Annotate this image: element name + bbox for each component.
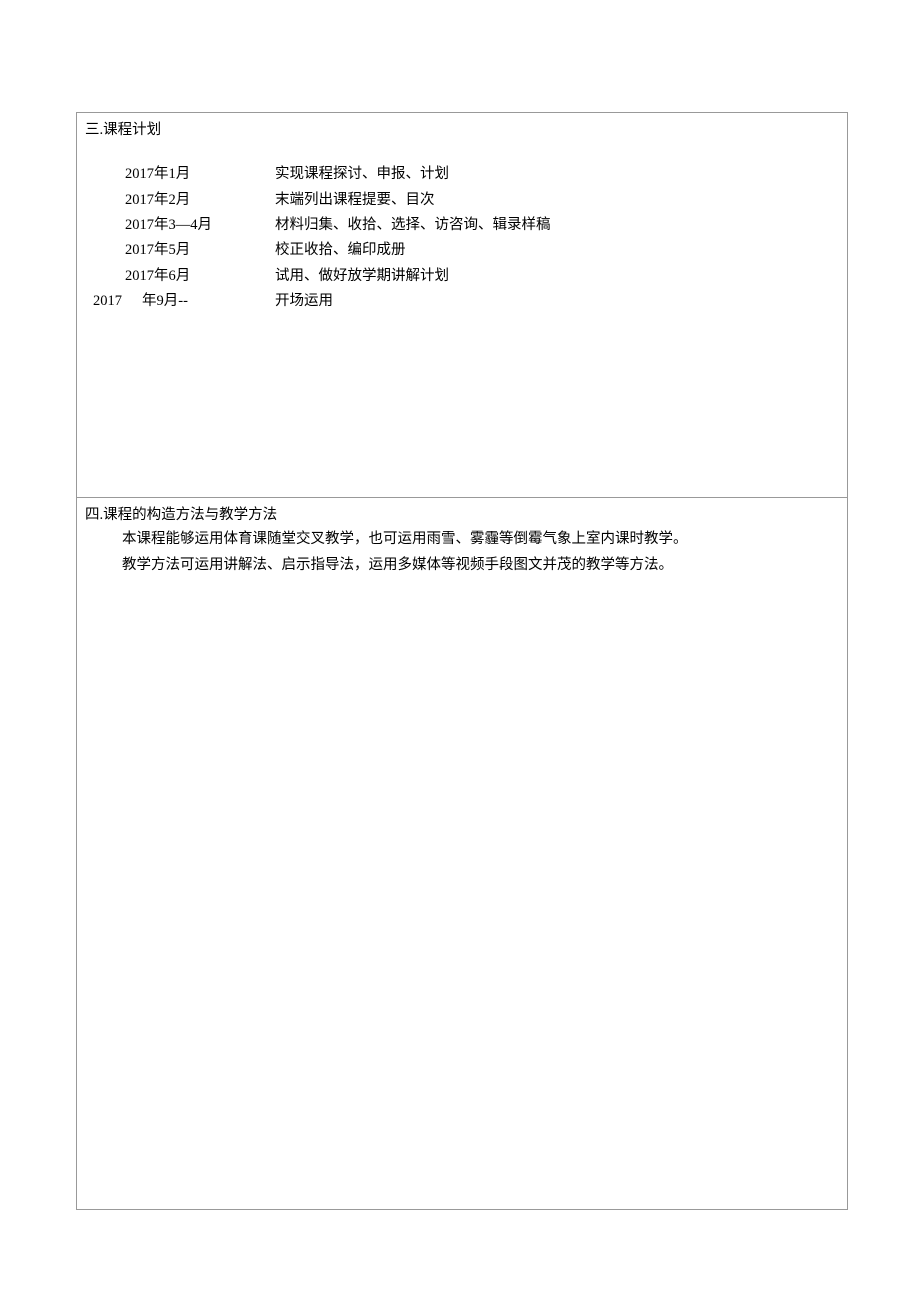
schedule-row: 2017年1月 实现课程探讨、申报、计划 — [125, 162, 839, 187]
schedule-date-last: 2017 年9月-- — [93, 289, 275, 314]
section-3-course-plan: 三.课程计划 2017年1月 实现课程探讨、申报、计划 2017年2月 末端列出… — [76, 112, 848, 498]
schedule-desc: 实现课程探讨、申报、计划 — [275, 162, 839, 187]
schedule-date: 2017年2月 — [125, 188, 275, 213]
page-container: 三.课程计划 2017年1月 实现课程探讨、申报、计划 2017年2月 末端列出… — [76, 112, 848, 1210]
section-4-teaching-methods: 四.课程的构造方法与教学方法 本课程能够运用体育课随堂交叉教学，也可运用雨雪、雾… — [76, 498, 848, 1210]
schedule-date: 2017年6月 — [125, 264, 275, 289]
schedule-desc: 材料归集、收拾、选择、访咨询、辑录样稿 — [275, 213, 839, 238]
section-4-para2: 教学方法可运用讲解法、启示指导法，运用多媒体等视频手段图文并茂的教学等方法。 — [93, 553, 839, 578]
schedule-date: 2017年5月 — [125, 238, 275, 263]
schedule-date: 2017年1月 — [125, 162, 275, 187]
schedule-desc: 开场运用 — [275, 289, 839, 314]
schedule-row-last: 2017年9月-- 开场运用 — [125, 289, 839, 314]
schedule-desc: 试用、做好放学期讲解计划 — [275, 264, 839, 289]
date-month: 年9月-- — [142, 293, 188, 309]
schedule-row: 2017年2月 末端列出课程提要、目次 — [125, 188, 839, 213]
section-3-title: 三.课程计划 — [85, 119, 839, 142]
schedule-row: 2017年5月 校正收拾、编印成册 — [125, 238, 839, 263]
schedule-row: 2017年6月 试用、做好放学期讲解计划 — [125, 264, 839, 289]
section-4-title: 四.课程的构造方法与教学方法 — [85, 504, 839, 527]
schedule-desc: 校正收拾、编印成册 — [275, 238, 839, 263]
schedule-block: 2017年1月 实现课程探讨、申报、计划 2017年2月 末端列出课程提要、目次… — [85, 162, 839, 314]
schedule-desc: 末端列出课程提要、目次 — [275, 188, 839, 213]
section-4-para1: 本课程能够运用体育课随堂交叉教学，也可运用雨雪、雾霾等倒霉气象上室内课时教学。 — [93, 527, 839, 552]
date-year: 2017 — [93, 293, 122, 309]
schedule-date: 2017年3—4月 — [125, 213, 275, 238]
schedule-row: 2017年3—4月 材料归集、收拾、选择、访咨询、辑录样稿 — [125, 213, 839, 238]
